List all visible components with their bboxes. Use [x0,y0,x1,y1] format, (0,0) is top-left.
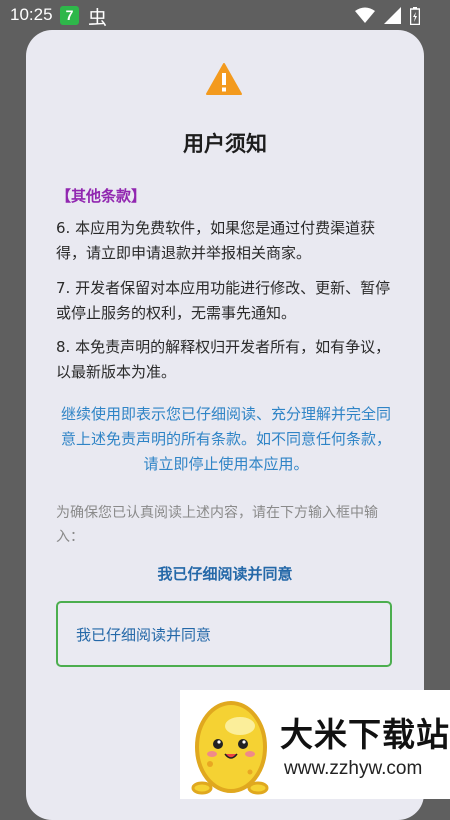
section-title: 【其他条款】 [56,187,147,205]
status-time: 10:25 [10,5,53,24]
watermark-url: www.zzhyw.com [284,758,423,779]
mascot-logo-icon [191,701,269,795]
watermark-banner: 大米下载站 www.zzhyw.com [180,690,450,799]
warning-icon [206,63,242,95]
signal-icon [383,7,401,24]
dialog-title: 用户须知 [183,132,267,156]
bug-icon: 虫 [88,8,108,29]
clause-7: 7. 开发者保留对本应用功能进行修改、更新、暂停或停止服务的权利，无需事先通知。 [56,279,391,322]
clause-6: 6. 本应用为免费软件，如果您是通过付费渠道获得，请立即申请退款并举报相关商家。 [56,219,376,262]
wifi-icon [355,7,376,23]
status-bar: 10:25 7 虫 [0,0,450,32]
battery-icon [410,7,420,25]
input-instruction: 为确保您已认真阅读上述内容，请在下方输入框中输入： [56,505,378,545]
confirm-input[interactable] [56,601,392,667]
app-badge-icon: 7 [60,6,79,25]
clause-8: 8. 本免责声明的解释权归开发者所有，如有争议，以最新版本为准。 [56,338,391,381]
system-icons [351,7,420,25]
agreement-notice: 继续使用即表示您已仔细阅读、充分理解并完全同意上述免责声明的所有条款。如不同意任… [60,405,391,473]
watermark-site-name: 大米下载站 [280,715,450,754]
required-phrase: 我已仔细阅读并同意 [157,565,293,583]
